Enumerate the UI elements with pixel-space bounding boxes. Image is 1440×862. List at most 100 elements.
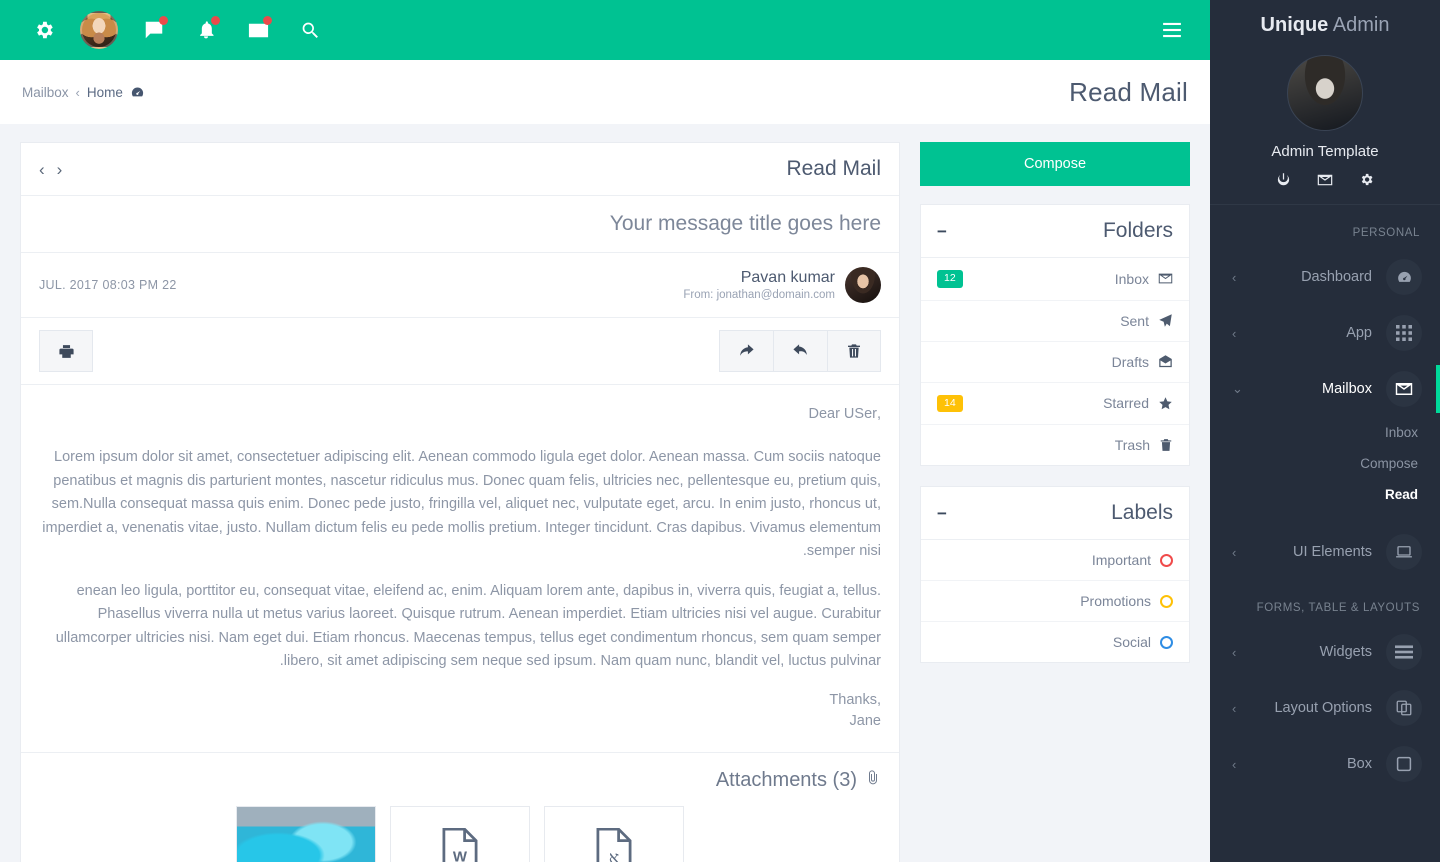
breadcrumb-home-link[interactable]: Home [87, 85, 123, 100]
bell-icon[interactable] [180, 0, 232, 60]
mail-column: ‹ › Read Mail Your message title goes he… [20, 142, 900, 862]
bars-icon [1386, 634, 1422, 670]
folder-label: Sent [1120, 312, 1149, 329]
square-icon [1386, 746, 1422, 782]
mail-action-bar [21, 318, 899, 385]
sidebar-item-dashboard[interactable]: ‹ Dashboard [1210, 249, 1440, 305]
breadcrumb-separator: ‹ [75, 84, 80, 100]
folder-item-trash[interactable]: Trash [921, 425, 1189, 465]
gear-icon[interactable] [1359, 172, 1374, 188]
search-icon[interactable] [284, 0, 336, 60]
print-icon[interactable] [39, 330, 93, 372]
trash-icon [1159, 438, 1173, 452]
sidebar-item-compose[interactable]: Compose [1210, 448, 1440, 479]
sidebar-section-personal: PERSONAL [1352, 227, 1420, 239]
sidebar-item-label: Dashboard [1301, 269, 1372, 285]
sidebar-item-ui-elements[interactable]: ‹ UI Elements [1210, 524, 1440, 580]
folder-label: Inbox [1114, 270, 1149, 287]
sidebar-item-layout-options[interactable]: ‹ Layout Options [1210, 680, 1440, 736]
sidebar-user-name: Admin Template [1271, 143, 1379, 160]
sidebar-item-content: Layout Options [1274, 690, 1422, 726]
sidebar-item-label: Mailbox [1322, 381, 1372, 397]
folder-item-drafts[interactable]: Drafts [921, 342, 1189, 383]
label-item-social[interactable]: Social [921, 622, 1189, 662]
folders-panel: − Folders 12 Inbox Sent Drafts 14 Starre… [920, 204, 1190, 467]
sidebar-item-content: Box [1347, 746, 1422, 782]
app-root: Mailbox ‹ Home Read Mail ‹ › Read Mail Y… [0, 0, 1440, 862]
trash-icon[interactable] [827, 330, 881, 372]
envelope-icon [1158, 271, 1173, 286]
sidebar-brand: Unique Admin [1210, 0, 1440, 45]
brand-light: Admin [1328, 14, 1390, 36]
envelope-icon [1386, 371, 1422, 407]
prev-mail-button[interactable]: ‹ [39, 161, 45, 178]
breadcrumb: Mailbox ‹ Home [22, 85, 145, 100]
word-file-icon: W [442, 827, 478, 862]
reply-icon[interactable] [773, 330, 827, 372]
sidebar-item-inbox[interactable]: Inbox [1210, 417, 1440, 448]
attachments-heading-label: Attachments (3) [715, 768, 857, 791]
status-badge: 14 [937, 394, 963, 413]
mail-date: JUL. 2017 08:03 PM 22 [39, 278, 177, 292]
label-group: Social [1113, 634, 1173, 650]
menu-icon[interactable] [1152, 0, 1192, 60]
folder-item-inbox[interactable]: 12 Inbox [921, 258, 1189, 301]
forward-icon[interactable] [719, 330, 773, 372]
avatar[interactable] [1287, 55, 1363, 131]
folder-item-sent[interactable]: Sent [921, 301, 1189, 342]
attachment-item[interactable]: W Documents.docx [390, 805, 530, 862]
chat-icon[interactable] [128, 0, 180, 60]
folder-label-group: Trash [1115, 437, 1173, 453]
labels-panel-header: − Labels [921, 487, 1189, 541]
label-text: Social [1112, 634, 1151, 651]
attachments-grid: Image.png W [39, 805, 881, 862]
attachments-heading: Attachments (3) [39, 769, 881, 792]
sender-block: Pavan kumar From: jonathan@domain.com [683, 267, 881, 303]
envelope-icon[interactable] [1317, 172, 1333, 188]
sidebar-item-read[interactable]: Read [1210, 479, 1440, 510]
next-mail-button[interactable]: › [57, 161, 63, 178]
photo-thumbnail [237, 806, 375, 862]
sidebar-quick-actions [1210, 172, 1440, 205]
mail-subject: Your message title goes here [21, 196, 899, 253]
attachment-thumbnail-doc: W [391, 807, 529, 862]
sidebar: Unique Admin Admin Template PERSONAL ‹ D… [1210, 0, 1440, 862]
pdf-file-icon: א [596, 827, 632, 862]
paperclip-icon [865, 769, 881, 792]
chevron-left-icon: ‹ [1232, 644, 1237, 660]
circle-icon [1160, 635, 1173, 649]
sidebar-item-label: Layout Options [1274, 700, 1372, 716]
chevron-left-icon: ‹ [1232, 700, 1237, 716]
sidebar-item-label: Widgets [1319, 644, 1372, 660]
attachment-item[interactable]: Image.png [236, 805, 376, 862]
label-text: Promotions [1080, 593, 1151, 610]
folders-collapse-button[interactable]: − [937, 223, 947, 240]
user-avatar-topbar[interactable] [80, 11, 118, 49]
folder-item-starred[interactable]: 14 Starred [921, 383, 1189, 426]
folder-label-group: Inbox [1115, 271, 1173, 287]
folders-panel-title: Folders [1102, 219, 1173, 242]
sidebar-item-mailbox[interactable]: ⌄ Mailbox [1210, 361, 1440, 417]
main-region: Mailbox ‹ Home Read Mail ‹ › Read Mail Y… [0, 0, 1210, 862]
status-badge: 12 [937, 270, 963, 288]
chat-notification-dot [159, 16, 168, 25]
grid-icon [1386, 315, 1422, 351]
attachment-item[interactable]: א Mag.pdf [544, 805, 684, 862]
sidebar-item-widgets[interactable]: ‹ Widgets [1210, 624, 1440, 680]
power-icon[interactable] [1276, 172, 1291, 188]
top-navbar [0, 0, 1210, 60]
sidebar-item-box[interactable]: ‹ Box [1210, 736, 1440, 792]
avatar [845, 267, 881, 303]
envelope-icon[interactable] [232, 0, 284, 60]
paper-plane-icon [1158, 313, 1173, 328]
label-item-important[interactable]: Important [921, 540, 1189, 582]
labels-collapse-button[interactable]: − [937, 505, 947, 522]
gear-icon[interactable] [18, 0, 70, 60]
label-item-promotions[interactable]: Promotions [921, 581, 1189, 623]
chevron-left-icon: ‹ [1232, 544, 1237, 560]
svg-text:W: W [453, 848, 468, 862]
sidebar-section-forms: FORMS, TABLE & LAYOUTS [1256, 602, 1420, 614]
sidebar-item-app[interactable]: ‹ App [1210, 305, 1440, 361]
sidebar-item-label: UI Elements [1293, 544, 1372, 560]
compose-button[interactable]: Compose [920, 142, 1190, 186]
